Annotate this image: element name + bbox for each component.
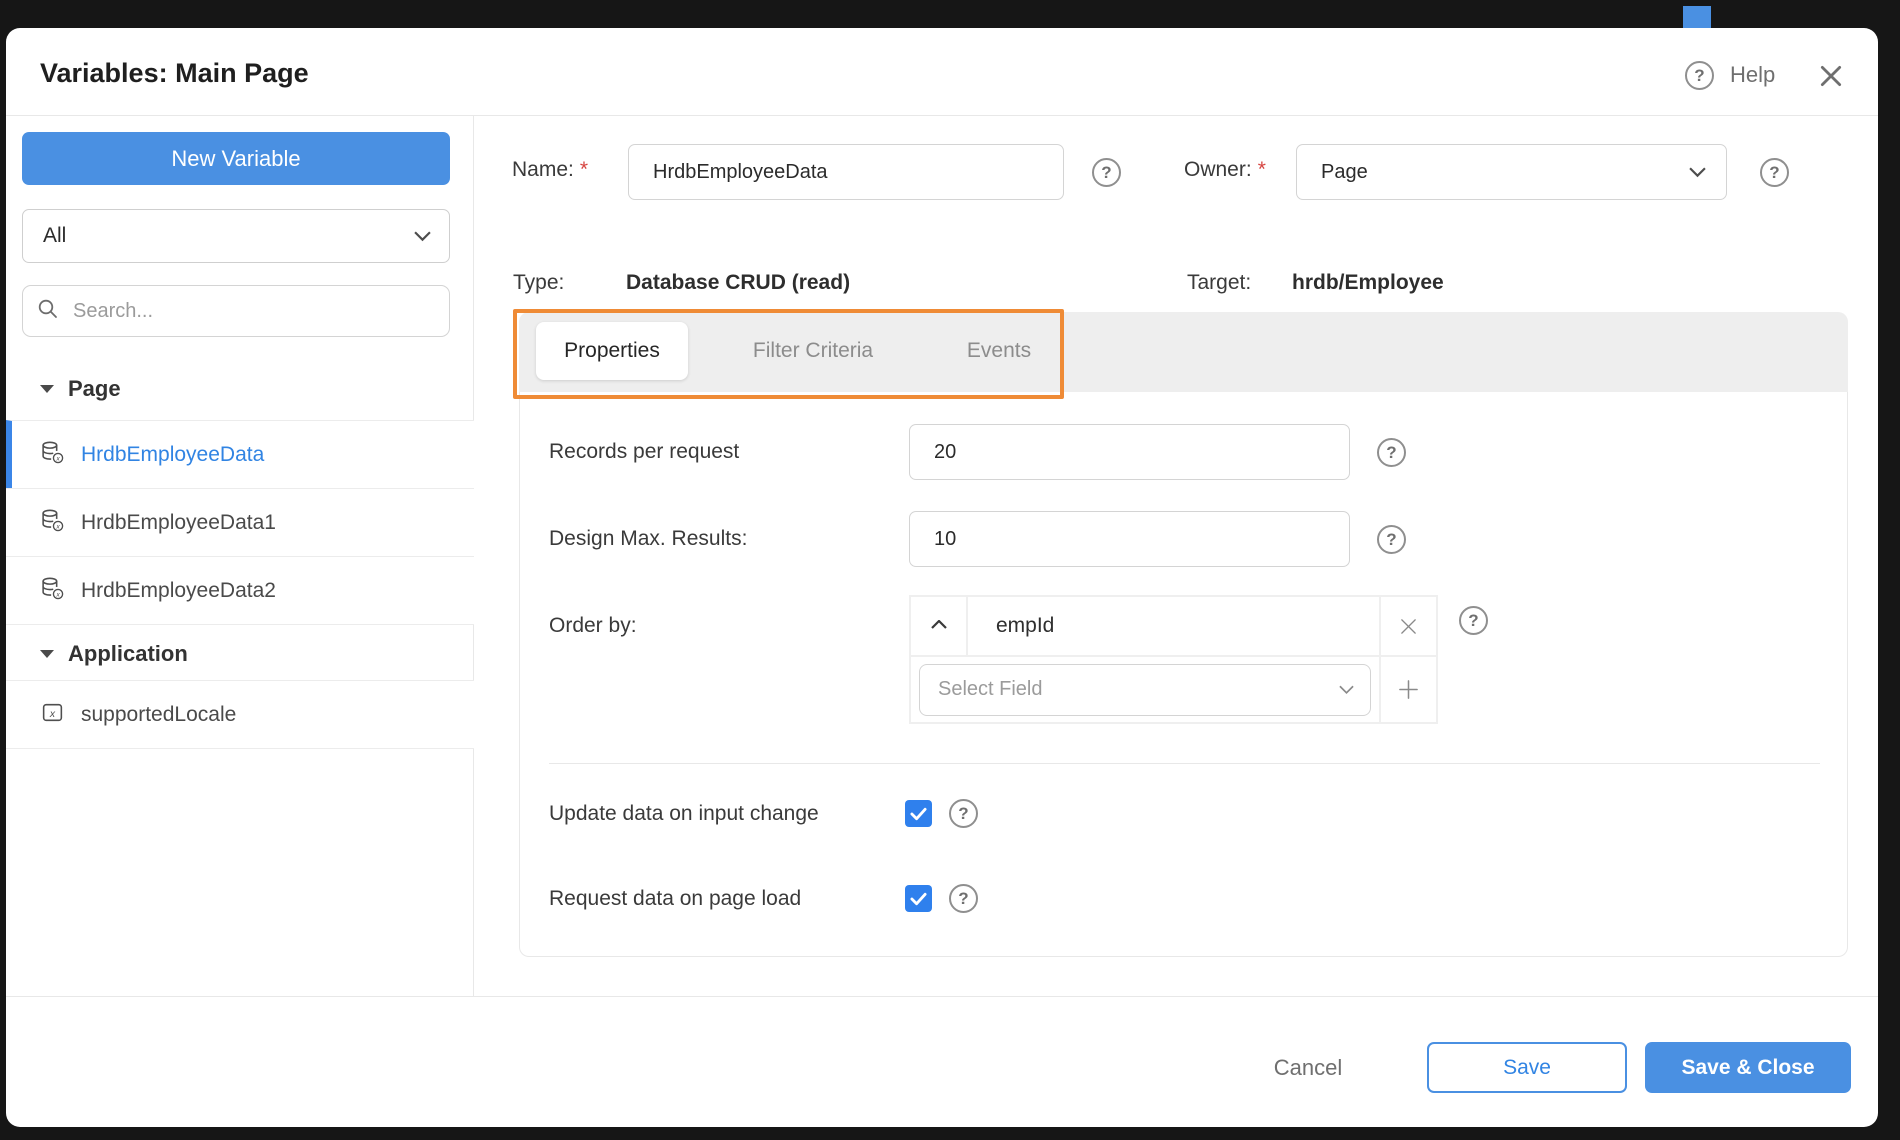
chevron-down-icon: [414, 224, 431, 248]
svg-text:x: x: [55, 455, 60, 462]
select-field-placeholder: Select Field: [938, 678, 1043, 700]
records-per-request-label: Records per request: [549, 440, 740, 463]
sort-direction-toggle[interactable]: [910, 596, 967, 656]
records-per-request-input[interactable]: [909, 424, 1350, 480]
collapse-triangle-icon: [40, 650, 54, 658]
tab-events[interactable]: Events: [934, 322, 1064, 380]
variable-name: HrdbEmployeeData1: [81, 510, 276, 534]
required-marker: *: [1257, 158, 1266, 181]
cancel-button[interactable]: Cancel: [1258, 1042, 1358, 1093]
select-field-cell: Select Field: [910, 656, 1380, 723]
request-on-page-load-label: Request data on page load: [549, 887, 802, 910]
target-label: Target:: [1187, 271, 1252, 294]
sidebar-section-application[interactable]: Application: [6, 628, 474, 680]
tab-properties[interactable]: Properties: [536, 322, 688, 380]
remove-field-icon[interactable]: [1380, 596, 1437, 656]
database-variable-icon: x: [40, 508, 65, 538]
sidebar-item-supportedlocale[interactable]: x supportedLocale: [6, 680, 474, 748]
required-marker: *: [579, 158, 589, 181]
section-label: Page: [68, 376, 121, 401]
divider: [6, 624, 474, 625]
variables-sidebar: New Variable All Page x: [6, 115, 474, 996]
order-by-label: Order by:: [549, 614, 637, 637]
divider: [6, 748, 474, 749]
svg-text:x: x: [55, 523, 60, 530]
order-by-editor: empId Select Field: [909, 595, 1438, 724]
screen-background: Variables: Main Page ? Help New Variable…: [0, 0, 1900, 1140]
request-on-page-load-help-icon[interactable]: ?: [949, 884, 978, 913]
save-and-close-button[interactable]: Save & Close: [1645, 1042, 1851, 1093]
update-on-input-change-checkbox[interactable]: [905, 800, 932, 827]
variable-search: [22, 285, 450, 337]
owner-help-icon[interactable]: ?: [1760, 158, 1789, 187]
type-label: Type:: [513, 271, 565, 294]
update-on-input-change-label: Update data on input change: [549, 802, 819, 825]
name-input[interactable]: [628, 144, 1064, 200]
sidebar-item-hrdbemployeedata1[interactable]: x HrdbEmployeeData1: [6, 488, 474, 556]
target-value: hrdb/Employee: [1292, 271, 1444, 294]
variable-name: HrdbEmployeeData2: [81, 578, 276, 602]
design-max-help-icon[interactable]: ?: [1377, 525, 1406, 554]
variable-name: HrdbEmployeeData: [81, 442, 265, 466]
variable-name: supportedLocale: [81, 702, 237, 726]
save-button[interactable]: Save: [1427, 1042, 1627, 1093]
panel-divider: [549, 763, 1820, 764]
search-input[interactable]: [71, 298, 435, 324]
svg-text:x: x: [55, 591, 60, 598]
sidebar-section-page[interactable]: Page: [6, 363, 474, 415]
close-icon[interactable]: [1814, 59, 1848, 93]
name-label: Name: *: [512, 158, 589, 181]
tab-filter-criteria[interactable]: Filter Criteria: [718, 322, 908, 380]
variables-dialog: Variables: Main Page ? Help New Variable…: [6, 28, 1878, 1127]
name-help-icon[interactable]: ?: [1092, 158, 1121, 187]
database-variable-icon: x: [40, 440, 65, 470]
design-max-results-input[interactable]: [909, 511, 1350, 567]
owner-select[interactable]: Page: [1296, 144, 1727, 200]
update-on-input-help-icon[interactable]: ?: [949, 799, 978, 828]
section-label: Application: [68, 641, 188, 666]
owner-value: Page: [1321, 160, 1368, 183]
records-help-icon[interactable]: ?: [1377, 438, 1406, 467]
svg-text:x: x: [49, 708, 56, 719]
chevron-up-icon: [930, 617, 947, 635]
request-on-page-load-checkbox[interactable]: [905, 885, 932, 912]
order-by-help-icon[interactable]: ?: [1459, 606, 1488, 635]
owner-label: Owner: *: [1184, 158, 1266, 181]
collapse-triangle-icon: [40, 385, 54, 393]
chevron-down-icon: [1339, 678, 1354, 701]
new-variable-button[interactable]: New Variable: [22, 132, 450, 185]
order-by-field[interactable]: empId: [967, 596, 1380, 656]
model-variable-icon: x: [40, 700, 65, 730]
type-value: Database CRUD (read): [626, 271, 851, 294]
dialog-title: Variables: Main Page: [40, 58, 309, 88]
help-question-icon[interactable]: ?: [1685, 61, 1714, 90]
search-icon: [37, 298, 59, 325]
select-field-dropdown[interactable]: Select Field: [919, 663, 1371, 716]
add-field-icon[interactable]: [1380, 656, 1437, 723]
variable-filter-value: All: [43, 224, 67, 247]
variable-filter-select[interactable]: All: [22, 209, 450, 263]
footer-divider: [6, 996, 1878, 997]
design-max-results-label: Design Max. Results:: [549, 527, 748, 550]
chevron-down-icon: [1689, 161, 1706, 184]
sidebar-item-hrdbemployeedata2[interactable]: x HrdbEmployeeData2: [6, 556, 474, 624]
database-variable-icon: x: [40, 576, 65, 606]
sidebar-item-hrdbemployeedata[interactable]: x HrdbEmployeeData: [6, 420, 474, 488]
help-link[interactable]: Help: [1730, 62, 1775, 88]
